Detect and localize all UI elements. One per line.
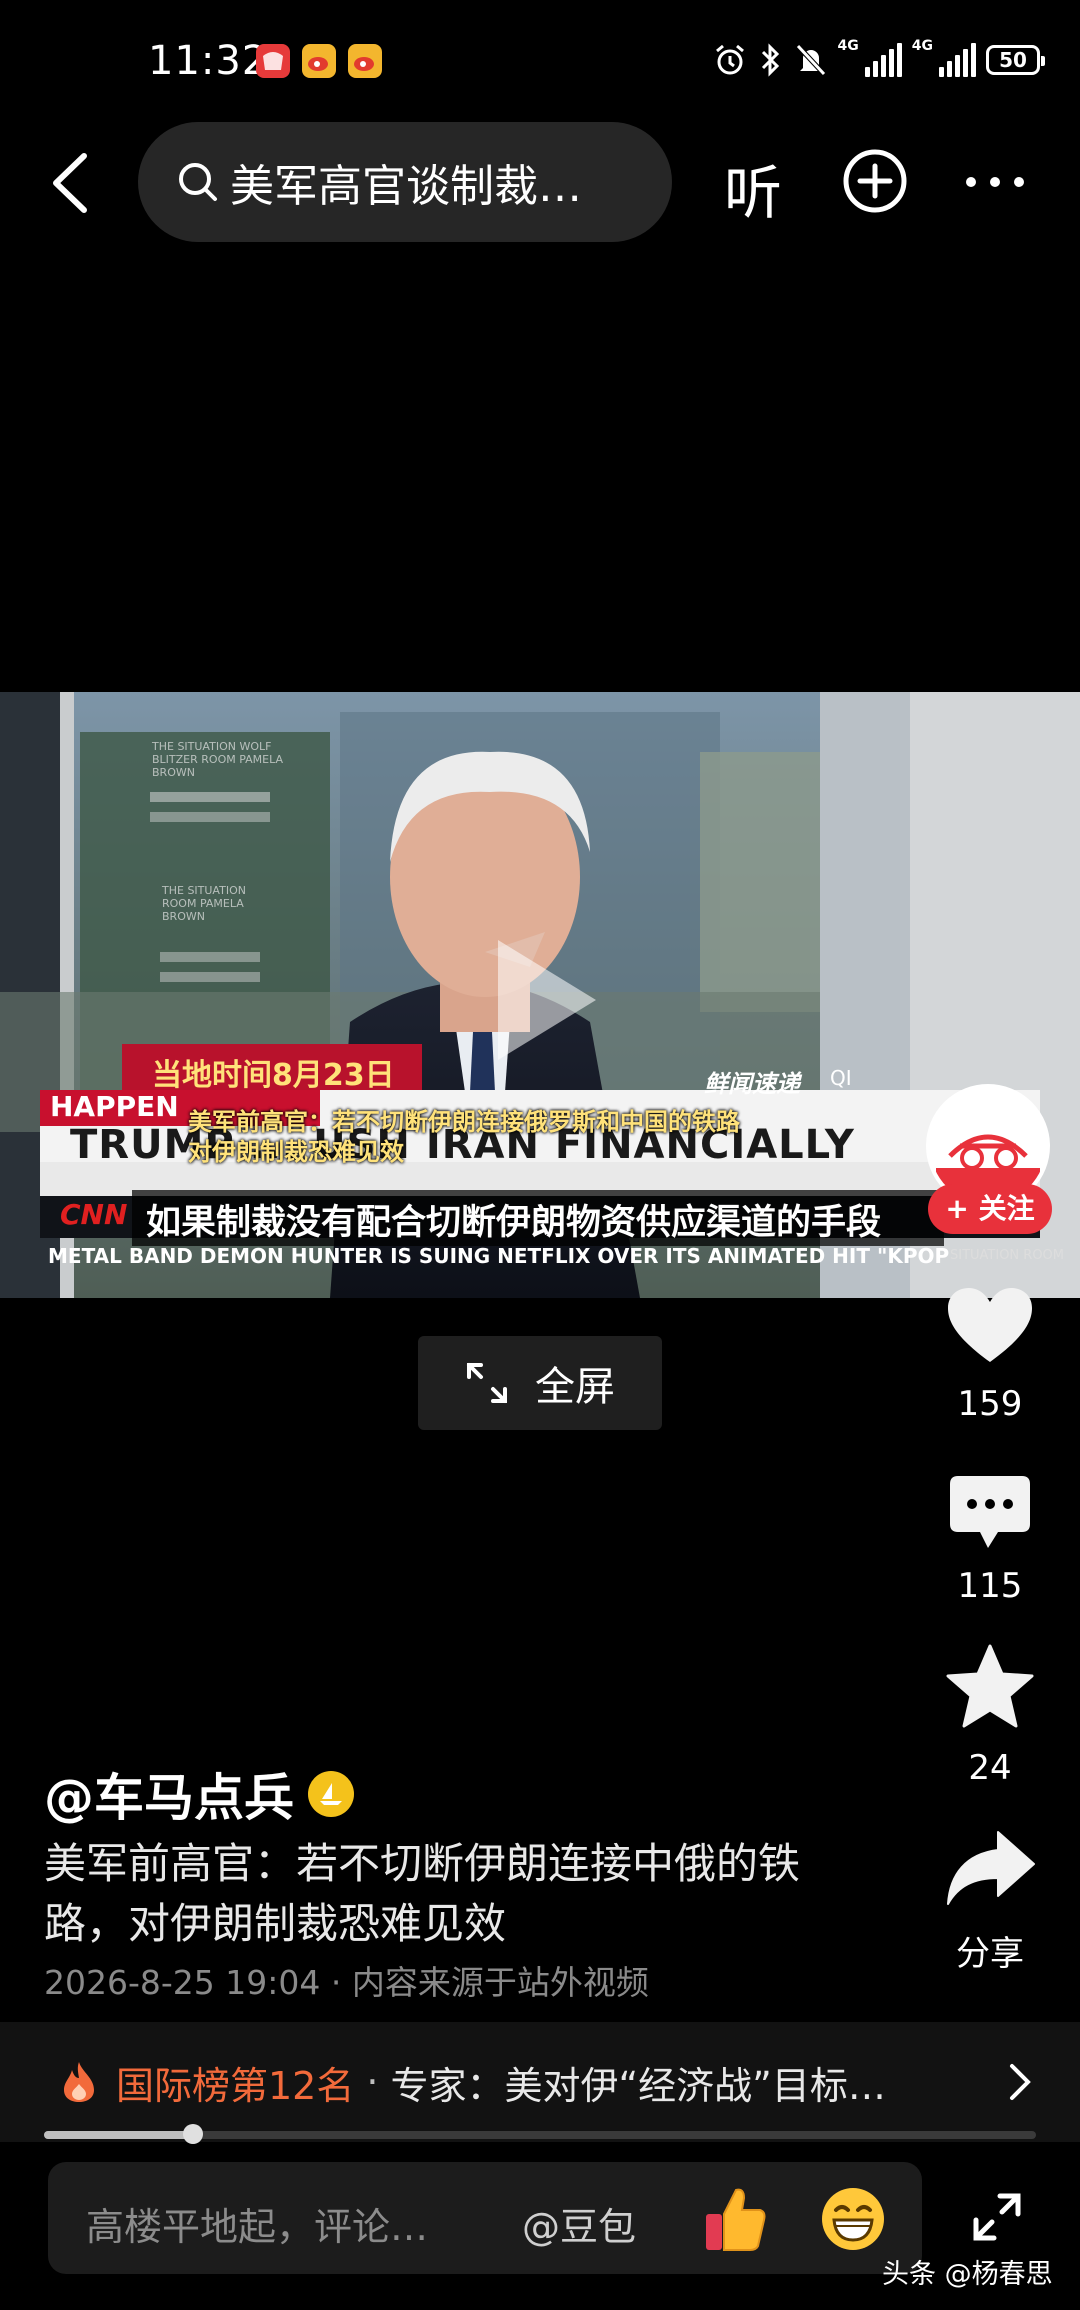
hot-title: 专家：美对伊“经济战”目标… (390, 2063, 886, 2108)
plus-circle-icon (843, 149, 907, 213)
comment-placeholder: 高楼平地起，评论… (86, 2205, 429, 2249)
star-icon (946, 1644, 1034, 1728)
chevron-right-icon (1010, 2064, 1031, 2100)
source-watermark: 头条 @杨春思 (882, 2259, 1053, 2290)
hot-rank: 国际榜第12名 (116, 2063, 355, 2108)
signal-strength-icon (864, 43, 902, 77)
status-time: 11:32 (148, 38, 269, 84)
news-ticker: METAL BAND DEMON HUNTER IS SUING NETFLIX… (48, 1244, 950, 1268)
lower-third-tag: HAPPEN (50, 1090, 179, 1123)
video-player[interactable]: THE SITUATION WOLF BLITZER ROOM PAMELA B… (0, 692, 1080, 1298)
fullscreen-button[interactable]: 全屏 (418, 1336, 662, 1430)
share-button[interactable] (946, 1830, 1036, 1906)
video-description: 美军前高官：若不切断伊朗连接中俄的铁路，对伊朗制裁恐难见效 (44, 1839, 801, 1948)
fire-icon (64, 2062, 94, 2102)
bluetooth-icon (761, 43, 779, 77)
author-name: @车马点兵 (44, 1769, 294, 1827)
grin-emoji-button[interactable] (820, 2186, 886, 2252)
overlay-headline-2: 对伊朗制裁恐难见效 (188, 1138, 404, 1166)
publish-meta: 2026-8-25 19:04 · 内容来源于站外视频 (44, 1963, 649, 2002)
battery-icon: 50 (986, 45, 1045, 75)
video-subtitle: 如果制裁没有配合切断伊朗物资供应渠道的手段 (146, 1203, 882, 1243)
verified-badge-icon (308, 1771, 354, 1817)
weibo-notification-icon (302, 44, 336, 78)
show-tag: SITUATION ROOM (950, 1248, 1065, 1263)
comment-button[interactable] (948, 1474, 1032, 1554)
huawei-notification-icon (256, 44, 290, 78)
channel-watermark-2: QI (830, 1066, 852, 1090)
expand-arrows-icon (973, 2193, 1021, 2241)
expand-icon (467, 1363, 507, 1403)
add-button[interactable] (842, 148, 908, 214)
hot-separator: · (366, 2060, 379, 2104)
playback-progress-handle[interactable] (182, 2124, 203, 2144)
hot-ranking-bar[interactable]: 国际榜第12名 · 专家：美对伊“经济战”目标… (0, 2022, 1080, 2142)
thumbs-up-emoji-button[interactable] (702, 2184, 768, 2254)
weibo-notification-icon-2 (348, 44, 382, 78)
comment-count: 115 (957, 1566, 1023, 1606)
search-query: 美军高官谈制裁… (230, 161, 582, 212)
author-name-row[interactable]: @车马点兵 (44, 1758, 354, 1830)
channel-watermark: 鲜闻速递 (704, 1070, 800, 1098)
signal-strength-icon-2 (939, 43, 976, 77)
follow-button[interactable]: + 关注 (928, 1184, 1052, 1234)
more-dots-icon (966, 177, 1024, 187)
backdrop-text-2: THE SITUATION ROOM PAMELA BROWN (162, 884, 246, 923)
like-button[interactable] (946, 1286, 1034, 1366)
fullscreen-label: 全屏 (535, 1364, 615, 1410)
cnn-logo: CNN (60, 1198, 128, 1231)
thumbs-up-icon (706, 2188, 766, 2251)
network-type-2: 4G (911, 38, 933, 54)
network-type-1: 4G (837, 38, 859, 54)
grinning-face-icon (822, 2188, 884, 2250)
heart-icon (948, 1288, 1032, 1362)
playback-progress-fill (44, 2131, 193, 2139)
backdrop-text: THE SITUATION WOLF BLITZER ROOM PAMELA B… (152, 740, 284, 779)
overlay-date: 当地时间8月23日 (152, 1058, 395, 1093)
favorite-count: 24 (968, 1748, 1012, 1788)
share-label: 分享 (956, 1934, 1024, 1974)
listen-button[interactable]: 听 (724, 146, 782, 230)
more-button[interactable] (962, 160, 1028, 204)
favorite-button[interactable] (946, 1644, 1034, 1728)
like-count: 159 (957, 1384, 1023, 1424)
back-button[interactable] (46, 148, 96, 218)
comment-bubble-icon (950, 1476, 1030, 1548)
mute-bell-icon (795, 44, 826, 76)
search-icon (179, 163, 217, 201)
back-arrow-icon (53, 153, 87, 213)
expand-comment-button[interactable] (970, 2190, 1024, 2244)
share-arrow-icon (947, 1831, 1035, 1905)
mention-doubao-button[interactable]: @豆包 (522, 2196, 636, 2251)
search-bar[interactable]: 美军高官谈制裁… (138, 122, 672, 242)
status-indicators: 4G 4G 50 (712, 38, 1045, 82)
alarm-icon (715, 44, 744, 75)
